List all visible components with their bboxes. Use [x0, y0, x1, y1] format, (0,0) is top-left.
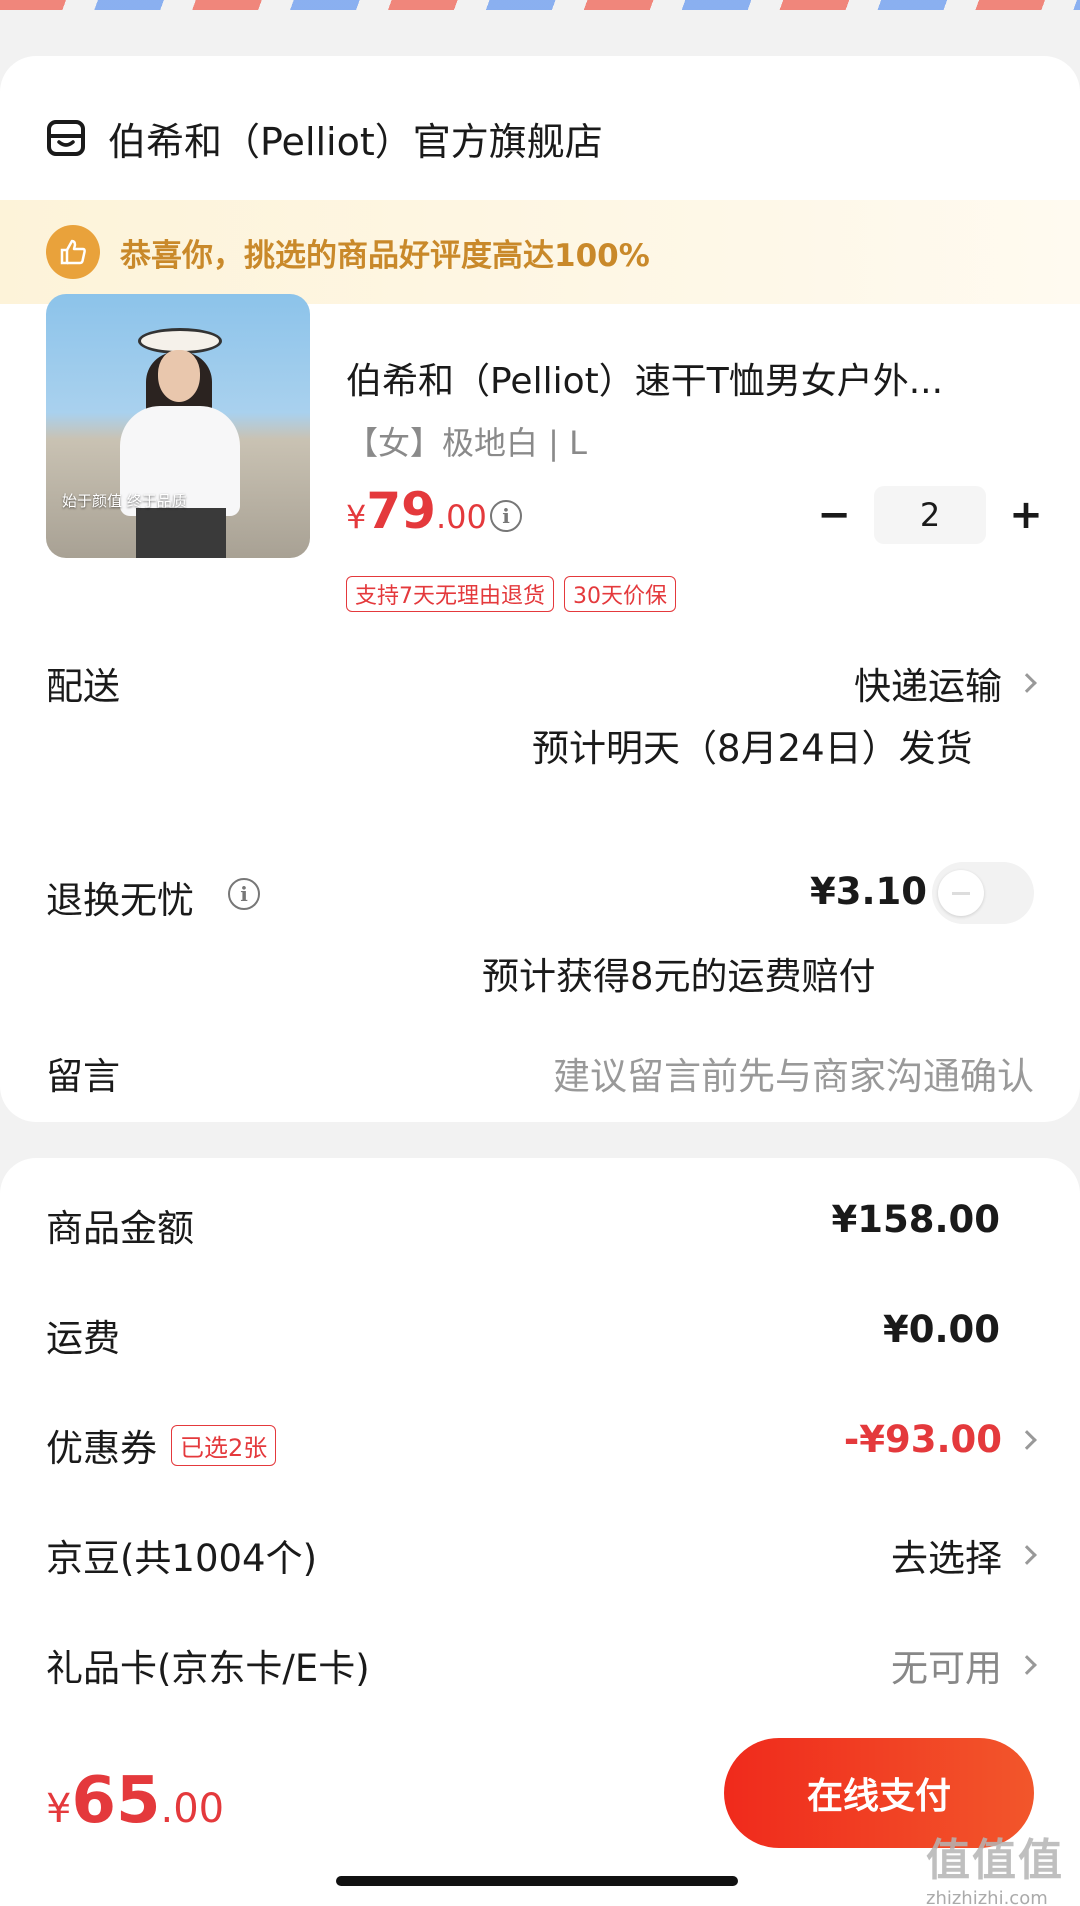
unit-price: ¥ 79 .00	[346, 482, 487, 540]
shipping-fee-value: ¥0.00	[882, 1308, 1000, 1351]
jd-beans-label: 京豆(共1004个)	[46, 1537, 318, 1580]
price-integer: 79	[366, 482, 436, 540]
return-worry-free-label: 退换无忧	[46, 879, 194, 922]
message-input[interactable]: 建议留言前先与商家沟通确认	[553, 1046, 1034, 1100]
delivery-method-text: 快递运输	[854, 665, 1002, 708]
jd-beans-selector[interactable]: 去选择	[891, 1528, 1037, 1582]
store-icon	[47, 120, 85, 156]
thumbs-up-icon	[46, 225, 100, 279]
return-policy-tag: 支持7天无理由退货	[346, 576, 554, 612]
increase-button[interactable]: +	[1004, 492, 1048, 538]
home-indicator[interactable]	[336, 1876, 738, 1886]
goods-amount-label: 商品金额	[46, 1207, 194, 1250]
product-image-pants	[136, 508, 226, 558]
product-image-face	[158, 350, 200, 402]
quantity-value[interactable]: 2	[874, 486, 986, 544]
return-price: ¥3.10	[810, 870, 928, 913]
return-note: 预计获得8元的运费赔付	[482, 955, 876, 998]
total-currency: ¥	[46, 1786, 72, 1832]
product-spec[interactable]: 【女】极地白 | L	[346, 418, 587, 464]
jd-beans-value: 去选择	[891, 1537, 1002, 1580]
message-label: 留言	[46, 1055, 120, 1098]
total-decimal: .00	[160, 1786, 225, 1832]
return-toggle[interactable]	[932, 862, 1034, 924]
chevron-right-icon	[1017, 1545, 1037, 1565]
gift-card-label: 礼品卡(京东卡/E卡)	[46, 1647, 370, 1690]
coupon-selector[interactable]: -¥93.00	[843, 1418, 1037, 1461]
page-top-edge	[0, 10, 1080, 22]
price-summary-card: 商品金额 ¥158.00 运费 ¥0.00 优惠券 已选2张 -¥93.00 京…	[0, 1158, 1080, 1748]
return-info-icon[interactable]: i	[228, 878, 260, 910]
goods-amount-value: ¥158.00	[831, 1198, 1000, 1241]
chevron-right-icon	[1017, 1429, 1037, 1450]
price-protection-tag: 30天价保	[564, 576, 676, 612]
price-info-icon[interactable]: i	[490, 500, 522, 532]
delivery-label: 配送	[46, 665, 120, 708]
delivery-method[interactable]: 快递运输	[854, 656, 1037, 710]
gift-card-value: 无可用	[891, 1647, 1002, 1690]
product-image[interactable]: 始于颜值 终于品质	[46, 294, 310, 558]
shipping-fee-label: 运费	[46, 1317, 120, 1360]
price-currency: ¥	[346, 498, 367, 536]
product-image-caption: 始于颜值 终于品质	[62, 492, 187, 510]
price-decimal: .00	[435, 498, 487, 536]
coupon-row-label: 优惠券 已选2张	[46, 1418, 277, 1472]
total-price: ¥ 65 .00	[46, 1764, 224, 1838]
coupon-label: 优惠券	[46, 1427, 157, 1470]
checkout-bar: ¥ 65 .00 在线支付 值值值 zhizhizhi.com	[0, 1722, 1080, 1906]
rating-banner: 恭喜你，挑选的商品好评度高达100%	[0, 200, 1080, 304]
watermark: 值值值 zhizhizhi.com	[926, 1824, 1064, 1906]
gift-card-selector[interactable]: 无可用	[891, 1638, 1037, 1692]
rating-banner-text: 恭喜你，挑选的商品好评度高达100%	[120, 237, 650, 274]
delivery-estimate: 预计明天（8月24日）发货	[532, 727, 973, 770]
decrease-button[interactable]: −	[812, 492, 856, 538]
store-name: 伯希和（Pelliot）官方旗舰店	[108, 119, 603, 164]
chevron-right-icon	[1017, 673, 1037, 693]
chevron-right-icon	[1017, 1655, 1037, 1675]
product-title[interactable]: 伯希和（Pelliot）速干T恤男女户外...	[346, 352, 943, 404]
watermark-url: zhizhizhi.com	[926, 1888, 1048, 1906]
coupon-value: -¥93.00	[843, 1418, 1002, 1461]
toggle-knob	[938, 870, 984, 916]
watermark-logo: 值值值	[926, 1835, 1064, 1886]
quantity-stepper: − 2 +	[812, 486, 1048, 544]
order-card: 伯希和（Pelliot）官方旗舰店 恭喜你，挑选的商品好评度高达100% 始于颜…	[0, 56, 1080, 1122]
total-integer: 65	[71, 1764, 161, 1838]
service-tags: 支持7天无理由退货 30天价保	[346, 576, 686, 612]
store-header[interactable]: 伯希和（Pelliot）官方旗舰店	[46, 98, 603, 178]
coupon-selected-badge: 已选2张	[171, 1424, 277, 1466]
